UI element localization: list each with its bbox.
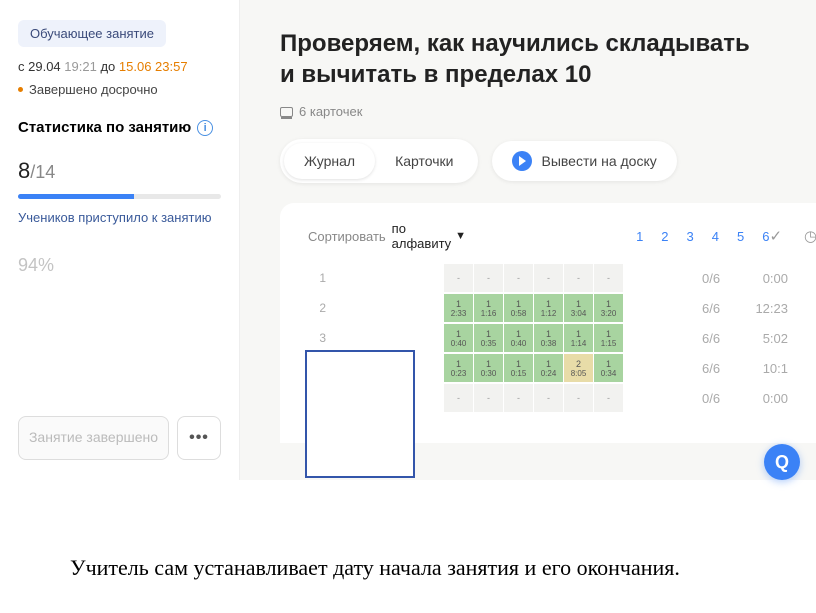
result-cell[interactable]: - [504,264,534,292]
row-cells: 12:3311:1610:5811:1213:0413:20 [444,294,624,322]
broadcast-button[interactable]: Вывести на доску [492,141,677,181]
result-cell[interactable]: 13:04 [564,294,594,322]
result-cell[interactable]: 11:15 [594,324,624,352]
lesson-type-badge: Обучающее занятие [18,20,166,47]
percent-stat: 94% [18,255,221,276]
row-score: 0/6 [702,391,720,406]
sidebar: Обучающее занятие с 29.04 19:21 до 15.06… [0,0,240,480]
row-number: 3 [308,331,326,345]
row-time: 0:00 [763,391,788,406]
students-fraction: 8/14 [18,158,221,184]
result-cell[interactable]: 11:12 [534,294,564,322]
result-cell[interactable]: 10:24 [534,354,564,382]
row-score: 6/6 [702,361,720,376]
result-cell[interactable]: - [564,384,594,412]
result-cell[interactable]: - [474,384,504,412]
result-cell[interactable]: 10:30 [474,354,504,382]
result-cell[interactable]: - [564,264,594,292]
play-icon [512,151,532,171]
col-3[interactable]: 3 [687,229,694,244]
result-cell[interactable]: - [444,264,474,292]
col-2[interactable]: 2 [661,229,668,244]
row-cells: 10:4010:3510:4010:3811:1411:15 [444,324,624,352]
caption-text: Учитель сам устанавливает дату начала за… [70,555,680,581]
result-cell[interactable]: 10:15 [504,354,534,382]
date-range: с 29.04 19:21 до 15.06 23:57 [18,59,221,74]
check-icon: ✓ [769,227,782,245]
result-cell[interactable]: 10:40 [444,324,474,352]
table-row: 2 12:3311:1610:5811:1213:0413:20 6/6 12:23 [308,293,816,323]
row-time: 0:00 [763,271,788,286]
result-cell[interactable]: 10:34 [594,354,624,382]
lesson-done-button: Занятие завершено [18,416,169,460]
row-score: 6/6 [702,301,720,316]
view-segmented: Журнал Карточки [280,139,478,183]
row-summary: 0/6 0:00 [702,271,788,286]
result-cell[interactable]: 11:16 [474,294,504,322]
result-cell[interactable]: 13:20 [594,294,624,322]
status-line: Завершено досрочно [18,82,221,97]
page-title: Проверяем, как научились складывать и вы… [280,28,760,90]
result-cell[interactable]: - [594,264,624,292]
row-number: 2 [308,301,326,315]
cards-icon [280,107,293,117]
cards-count: 6 карточек [280,104,816,119]
result-cell[interactable]: 11:14 [564,324,594,352]
row-summary: 6/6 12:23 [702,301,788,316]
table-row: 1------0/60:00 [308,263,816,293]
stats-heading: Статистика по занятию i [18,119,221,136]
row-time: 10:1 [763,361,788,376]
row-number: 1 [308,271,326,285]
sort-label: Сортировать [308,229,386,244]
row-cells: ------ [444,264,624,292]
chevron-down-icon: ▼ [455,230,466,242]
row-summary: 6/6 10:1 [702,361,788,376]
result-cell[interactable]: 10:35 [474,324,504,352]
row-summary: 0/6 0:00 [702,391,788,406]
clock-icon: ◷ [804,227,816,245]
row-score: 0/6 [702,271,720,286]
row-score: 6/6 [702,331,720,346]
col-1[interactable]: 1 [636,229,643,244]
tab-cards[interactable]: Карточки [375,143,473,179]
progress-bar [18,194,221,199]
result-cell[interactable]: 12:33 [444,294,474,322]
row-cells: ------ [444,384,624,412]
sort-dropdown[interactable]: по алфавиту ▼ [392,221,466,251]
progress-label: Учеников приступило к занятию [18,209,221,227]
row-summary: 6/6 5:02 [702,331,788,346]
result-cell[interactable]: - [594,384,624,412]
table-row: 310:4010:3510:4010:3811:1411:156/65:02 [308,323,816,353]
result-cell[interactable]: 10:40 [504,324,534,352]
result-cell[interactable]: 10:38 [534,324,564,352]
row-time: 12:23 [755,301,788,316]
name-overlay [305,350,415,478]
col-5[interactable]: 5 [737,229,744,244]
row-time: 5:02 [763,331,788,346]
col-4[interactable]: 4 [712,229,719,244]
col-6[interactable]: 6 [762,229,769,244]
result-cell[interactable]: - [504,384,534,412]
more-button[interactable]: ••• [177,416,221,460]
result-cell[interactable]: 10:23 [444,354,474,382]
tab-journal[interactable]: Журнал [284,143,375,179]
help-fab[interactable]: Q [764,444,800,480]
result-cell[interactable]: - [474,264,504,292]
result-cell[interactable]: - [444,384,474,412]
result-cell[interactable]: 10:58 [504,294,534,322]
status-dot-icon [18,87,23,92]
info-icon[interactable]: i [197,120,213,136]
column-headers: 1 2 3 4 5 6 [636,229,769,244]
row-cells: 10:2310:3010:1510:2428:0510:34 [444,354,624,382]
result-cell[interactable]: - [534,384,564,412]
result-cell[interactable]: - [534,264,564,292]
result-cell[interactable]: 28:05 [564,354,594,382]
